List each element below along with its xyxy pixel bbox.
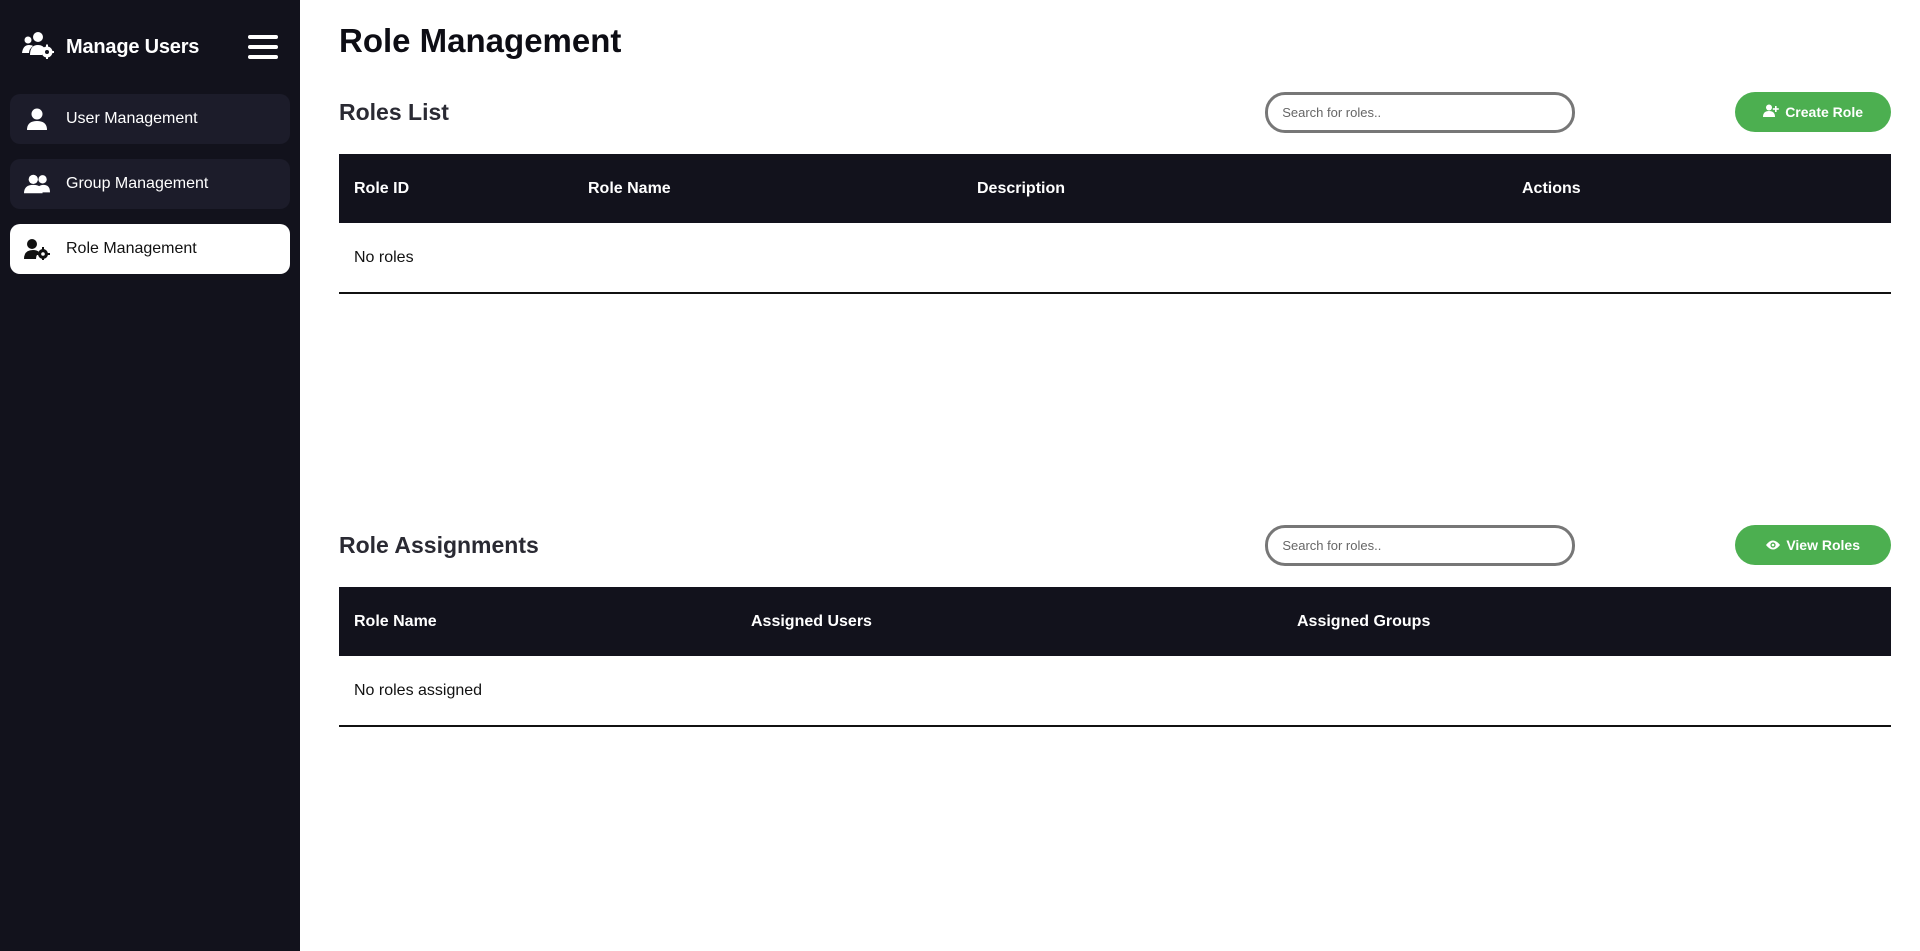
table-row: No roles assigned — [339, 656, 1891, 727]
column-header-assigned-users: Assigned Users — [751, 612, 872, 630]
create-role-button[interactable]: Create Role — [1735, 92, 1891, 132]
main-content: Role Management Roles List Search for ro… — [300, 0, 1920, 951]
assignments-search-input[interactable] — [1265, 524, 1576, 566]
brand: Manage Users — [22, 31, 199, 64]
view-roles-label: View Roles — [1786, 537, 1860, 553]
roles-list-controls: Create Role — [1265, 91, 1891, 133]
sidebar: Manage Users User Management Group Manag… — [0, 0, 300, 951]
sidebar-header: Manage Users — [10, 0, 290, 94]
sidebar-nav: User Management Group Management Role Ma… — [10, 94, 290, 274]
table-row: No roles — [339, 223, 1891, 294]
create-role-label: Create Role — [1785, 104, 1863, 120]
table-header-row: Role ID Role Name Description Actions — [339, 154, 1891, 223]
column-header-role-name: Role Name — [354, 612, 437, 630]
users-icon — [24, 171, 50, 197]
role-assignments-header: Role Assignments View Roles — [339, 523, 1891, 567]
user-plus-icon — [1763, 104, 1779, 120]
sidebar-item-label: Role Management — [66, 240, 197, 257]
roles-list-header: Roles List Create Role — [339, 90, 1891, 134]
sidebar-item-label: User Management — [66, 110, 198, 127]
section-title: Roles List — [339, 98, 449, 125]
role-assignments-controls: View Roles — [1265, 524, 1891, 566]
eye-icon — [1766, 537, 1781, 553]
view-roles-button[interactable]: View Roles — [1735, 525, 1891, 565]
user-icon — [24, 106, 50, 132]
users-cog-icon — [22, 31, 55, 64]
sidebar-item-group-management[interactable]: Group Management — [10, 159, 290, 209]
brand-title: Manage Users — [66, 35, 200, 58]
app-root: Manage Users User Management Group Manag… — [0, 0, 1920, 951]
empty-state-text: No roles assigned — [339, 656, 1891, 727]
column-header-role-id: Role ID — [354, 179, 410, 197]
role-assignments-table: Role Name Assigned Users Assigned Groups… — [339, 587, 1891, 727]
hamburger-icon[interactable] — [248, 34, 278, 60]
page-title: Role Management — [339, 22, 622, 59]
sidebar-item-role-management[interactable]: Role Management — [10, 224, 290, 274]
user-cog-icon — [24, 236, 50, 262]
empty-state-text: No roles — [339, 223, 1891, 294]
sidebar-item-user-management[interactable]: User Management — [10, 94, 290, 144]
column-header-role-name: Role Name — [588, 179, 671, 197]
roles-list-section: Roles List Create Role — [339, 90, 1891, 294]
table-header-row: Role Name Assigned Users Assigned Groups — [339, 587, 1891, 656]
sidebar-item-label: Group Management — [66, 175, 209, 192]
column-header-description: Description — [977, 179, 1066, 197]
role-assignments-section: Role Assignments View Roles — [339, 523, 1891, 727]
section-title: Role Assignments — [339, 531, 539, 558]
roles-table: Role ID Role Name Description Actions No… — [339, 154, 1891, 294]
roles-search-input[interactable] — [1265, 91, 1576, 133]
column-header-actions: Actions — [1522, 179, 1581, 197]
column-header-assigned-groups: Assigned Groups — [1297, 612, 1431, 630]
